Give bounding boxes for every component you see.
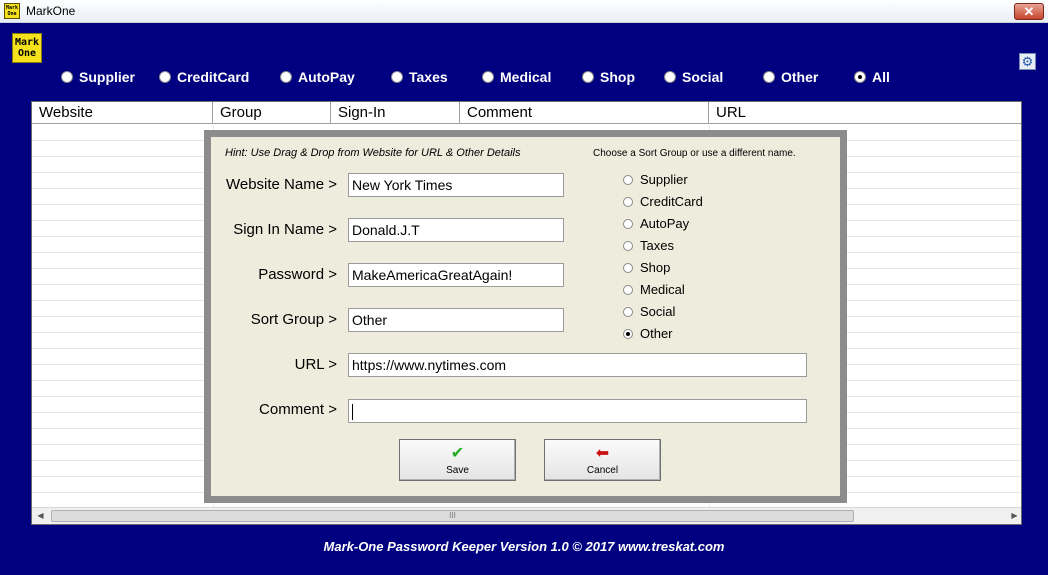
scroll-thumb[interactable]: III xyxy=(51,510,854,522)
close-icon: ✕ xyxy=(1023,4,1035,19)
filter-radio[interactable] xyxy=(582,71,594,83)
filter-radio[interactable] xyxy=(61,71,73,83)
filter-radio-selected[interactable] xyxy=(854,71,866,83)
group-radio[interactable] xyxy=(623,306,633,317)
filter-label: Other xyxy=(781,69,819,85)
column-header-website[interactable]: Website xyxy=(32,102,213,124)
filter-taxes[interactable]: Taxes xyxy=(391,69,448,85)
filter-radio[interactable] xyxy=(280,71,292,83)
filter-radio[interactable] xyxy=(482,71,494,83)
filter-label: AutoPay xyxy=(298,69,355,85)
filter-shop[interactable]: Shop xyxy=(582,69,635,85)
filter-autopay[interactable]: AutoPay xyxy=(280,69,355,85)
group-prompt: Choose a Sort Group or use a different n… xyxy=(593,148,796,159)
group-option-label: CreditCard xyxy=(640,194,703,209)
text-caret xyxy=(352,404,353,421)
group-option-label: Taxes xyxy=(640,238,674,253)
scroll-left-icon[interactable]: ◀ xyxy=(32,508,49,524)
group-option-taxes[interactable]: Taxes xyxy=(623,238,674,253)
comment-input[interactable] xyxy=(348,399,807,423)
group-option-supplier[interactable]: Supplier xyxy=(623,172,688,187)
column-header-comment[interactable]: Comment xyxy=(460,102,709,124)
window-title: MarkOne xyxy=(26,4,76,18)
filter-social[interactable]: Social xyxy=(664,69,723,85)
group-option-label: Supplier xyxy=(640,172,688,187)
filter-label: Shop xyxy=(600,69,635,85)
logo-line1: Mark xyxy=(14,37,40,48)
checkmark-icon: ✔ xyxy=(450,445,465,462)
gear-icon: ⚙ xyxy=(1021,54,1034,69)
save-button[interactable]: ✔ Save xyxy=(399,439,516,481)
group-option-other[interactable]: Other xyxy=(623,326,673,341)
group-radio[interactable] xyxy=(623,196,633,207)
filter-label: Medical xyxy=(500,69,552,85)
settings-button[interactable]: ⚙ xyxy=(1019,53,1036,70)
filter-label: Supplier xyxy=(79,69,136,85)
password-label: Password > xyxy=(258,266,337,283)
sign-in-name-label: Sign In Name > xyxy=(233,221,337,238)
logo: Mark One xyxy=(12,33,42,63)
group-option-creditcard[interactable]: CreditCard xyxy=(623,194,703,209)
hint-text: Hint: Use Drag & Drop from Website for U… xyxy=(225,147,521,159)
url-label: URL > xyxy=(294,356,337,373)
back-arrow-icon: ⬅ xyxy=(595,445,610,462)
group-option-label: Shop xyxy=(640,260,671,275)
filter-radio[interactable] xyxy=(763,71,775,83)
filter-radio[interactable] xyxy=(664,71,676,83)
group-option-label: Social xyxy=(640,304,676,319)
cancel-button[interactable]: ⬅ Cancel xyxy=(544,439,661,481)
horizontal-scrollbar[interactable]: ◀ III ▶ xyxy=(32,507,1021,524)
group-option-label: AutoPay xyxy=(640,216,690,231)
edit-record-dialog: Hint: Use Drag & Drop from Website for U… xyxy=(204,130,847,503)
website-name-label: Website Name > xyxy=(225,176,337,193)
filter-creditcard[interactable]: CreditCard xyxy=(159,69,249,85)
footer-text: Mark-One Password Keeper Version 1.0 © 2… xyxy=(323,539,725,554)
group-radio[interactable] xyxy=(623,284,633,295)
cancel-button-label: Cancel xyxy=(586,465,619,476)
filter-label: All xyxy=(872,69,890,85)
password-input[interactable]: MakeAmericaGreatAgain! xyxy=(348,263,564,287)
filter-supplier[interactable]: Supplier xyxy=(61,69,135,85)
filter-label: CreditCard xyxy=(177,69,250,85)
grid-header: Website Group Sign-In Comment URL xyxy=(32,102,1021,124)
app-icon: Mark One xyxy=(4,3,20,19)
column-header-signin[interactable]: Sign-In xyxy=(331,102,460,124)
filter-label: Social xyxy=(682,69,724,85)
scroll-right-icon[interactable]: ▶ xyxy=(1006,508,1021,524)
close-button[interactable]: ✕ xyxy=(1014,3,1044,20)
group-option-autopay[interactable]: AutoPay xyxy=(623,216,689,231)
logo-line2: One xyxy=(17,48,37,59)
group-radio[interactable] xyxy=(623,262,633,273)
filter-other[interactable]: Other xyxy=(763,69,818,85)
group-option-label: Medical xyxy=(640,282,685,297)
filter-bar: Supplier CreditCard AutoPay Taxes Medica… xyxy=(0,69,1048,87)
sort-group-label: Sort Group > xyxy=(250,311,337,328)
group-option-medical[interactable]: Medical xyxy=(623,282,685,297)
title-bar: Mark One MarkOne ✕ xyxy=(0,0,1048,23)
group-option-label: Other xyxy=(640,326,673,341)
group-option-shop[interactable]: Shop xyxy=(623,260,670,275)
website-name-input[interactable]: New York Times xyxy=(348,173,564,197)
filter-radio[interactable] xyxy=(159,71,171,83)
scroll-grip: III xyxy=(449,511,456,520)
column-header-group[interactable]: Group xyxy=(213,102,331,124)
group-radio[interactable] xyxy=(623,218,633,229)
group-radio[interactable] xyxy=(623,174,633,185)
group-radio[interactable] xyxy=(623,240,633,251)
filter-all[interactable]: All xyxy=(854,69,890,85)
group-option-social[interactable]: Social xyxy=(623,304,675,319)
sort-group-input[interactable]: Other xyxy=(348,308,564,332)
url-input[interactable]: https://www.nytimes.com xyxy=(348,353,807,377)
save-button-label: Save xyxy=(446,465,469,476)
filter-label: Taxes xyxy=(409,69,448,85)
app-icon-line2: One xyxy=(7,11,17,17)
filter-medical[interactable]: Medical xyxy=(482,69,551,85)
column-header-url[interactable]: URL xyxy=(709,102,1021,124)
group-radio-selected[interactable] xyxy=(623,328,633,339)
dialog-panel: Hint: Use Drag & Drop from Website for U… xyxy=(211,137,840,496)
comment-label: Comment > xyxy=(259,401,337,418)
filter-radio[interactable] xyxy=(391,71,403,83)
sign-in-name-input[interactable]: Donald.J.T xyxy=(348,218,564,242)
